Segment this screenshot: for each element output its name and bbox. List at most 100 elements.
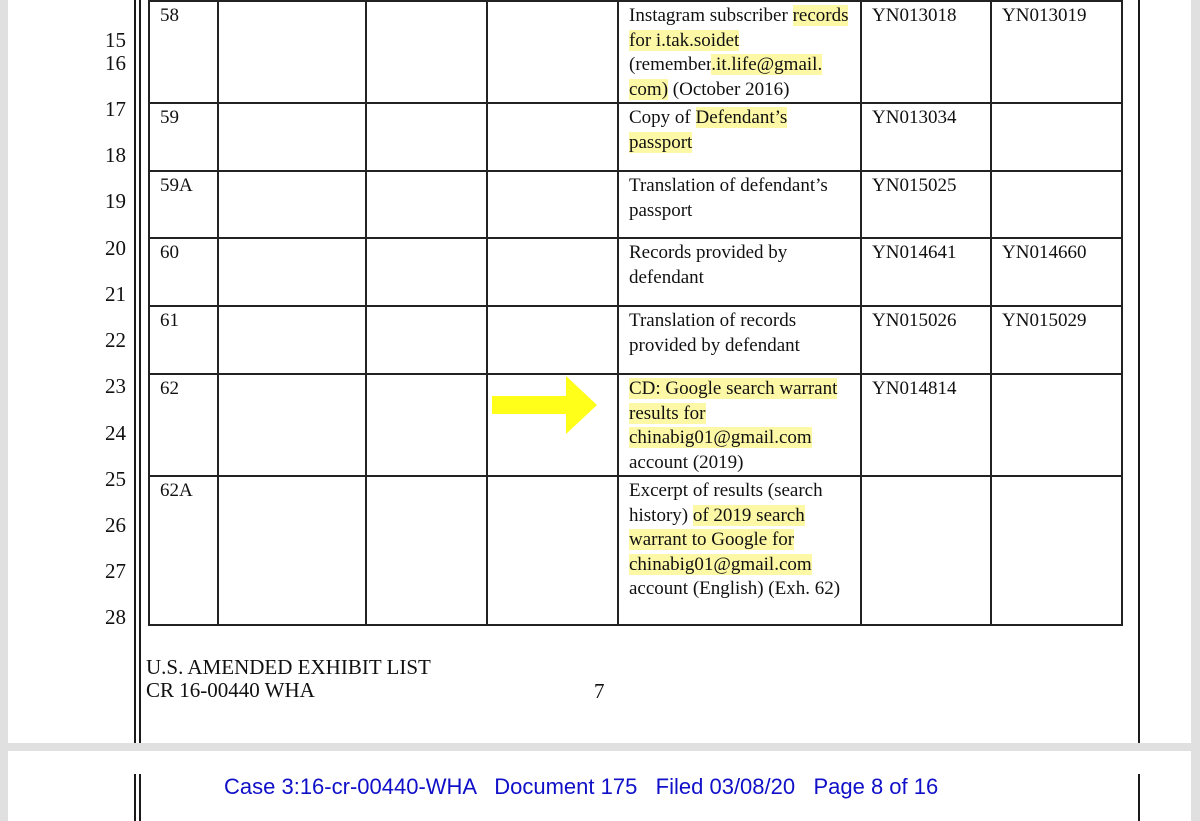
description-cell: Copy of Defendant’s passport bbox=[617, 102, 862, 172]
date-marked-cell bbox=[217, 305, 367, 375]
exhibit-number-cell: 59A bbox=[148, 170, 219, 239]
table-row: 62 CD: Google search warrant results for … bbox=[148, 373, 1123, 477]
bates-begin-cell: YN013034 bbox=[860, 102, 992, 172]
description-text: Translation of defendant’s passport bbox=[629, 175, 828, 221]
description-text: account (2019) bbox=[629, 451, 744, 473]
next-page-double-rule-right bbox=[139, 774, 141, 821]
pleading-double-rule-left bbox=[134, 0, 136, 743]
description-text: (remember bbox=[629, 54, 712, 75]
exhibit-number-cell: 59 bbox=[148, 102, 219, 172]
bates-begin-cell: YN014814 bbox=[860, 373, 992, 477]
date-admitted-cell bbox=[365, 170, 488, 239]
date-marked-cell bbox=[217, 237, 367, 307]
viewer-left-gutter bbox=[0, 0, 8, 821]
pleading-right-rule bbox=[1138, 0, 1140, 743]
witness-cell bbox=[486, 475, 619, 626]
date-admitted-cell bbox=[365, 475, 488, 626]
witness-cell bbox=[486, 237, 619, 307]
line-number: 27 bbox=[105, 559, 126, 583]
bates-end-cell bbox=[990, 170, 1123, 239]
table-row: 58 Instagram subscriber records for i.tak… bbox=[148, 0, 1123, 104]
line-number: 21 bbox=[105, 282, 126, 306]
exhibit-number-cell: 62A bbox=[148, 475, 219, 626]
date-admitted-cell bbox=[365, 0, 488, 104]
description-text: Records provided by defendant bbox=[629, 242, 788, 288]
description-cell: Excerpt of results (search history) of 2… bbox=[617, 475, 862, 626]
line-number: 16 bbox=[105, 51, 126, 75]
bates-begin-cell: YN015025 bbox=[860, 170, 992, 239]
line-number: 22 bbox=[105, 328, 126, 352]
bates-begin-cell: YN013018 bbox=[860, 0, 992, 104]
case-number: Case 3:16-cr-00440-WHA bbox=[224, 774, 476, 799]
date-admitted-cell bbox=[365, 373, 488, 477]
witness-cell bbox=[486, 0, 619, 104]
line-number: 20 bbox=[105, 236, 126, 260]
pleading-double-rule-right bbox=[139, 0, 141, 743]
exhibit-number-cell: 62 bbox=[148, 373, 219, 477]
bates-begin-cell bbox=[860, 475, 992, 626]
table-row: 61 Translation of records provided by def… bbox=[148, 305, 1123, 375]
footer-page-number: 7 bbox=[594, 679, 605, 703]
filed-date: Filed 03/08/20 bbox=[655, 774, 796, 799]
highlighted-text: CD: Google search warrant results for ch… bbox=[629, 378, 838, 448]
exhibit-number-cell: 60 bbox=[148, 237, 219, 307]
date-admitted-cell bbox=[365, 102, 488, 172]
exhibit-number-cell: 61 bbox=[148, 305, 219, 375]
line-number: 24 bbox=[105, 421, 126, 445]
table-row: 59A Translation of defendant’s passport YN… bbox=[148, 170, 1123, 239]
line-number: 19 bbox=[105, 189, 126, 213]
document-number: Document 175 bbox=[494, 774, 638, 799]
date-marked-cell bbox=[217, 475, 367, 626]
next-page-right-rule bbox=[1138, 774, 1140, 821]
description-text: Instagram subscriber bbox=[629, 5, 793, 26]
witness-cell bbox=[486, 102, 619, 172]
footer-case-number: CR 16-00440 WHA bbox=[146, 678, 315, 702]
next-page-double-rule-left bbox=[134, 774, 136, 821]
exhibit-table: 58 Instagram subscriber records for i.tak… bbox=[148, 0, 1123, 626]
line-number: 25 bbox=[105, 467, 126, 491]
bates-end-cell: YN015029 bbox=[990, 305, 1123, 375]
date-admitted-cell bbox=[365, 237, 488, 307]
bates-end-cell: YN013019 bbox=[990, 0, 1123, 104]
description-cell: Instagram subscriber records for i.tak.s… bbox=[617, 0, 862, 104]
date-marked-cell bbox=[217, 373, 367, 477]
description-cell: Records provided by defendant bbox=[617, 237, 862, 307]
description-cell: Translation of defendant’s passport bbox=[617, 170, 862, 239]
line-number: 18 bbox=[105, 143, 126, 167]
description-text: Translation of records provided by defen… bbox=[629, 310, 800, 356]
document-footer-title: U.S. AMENDED EXHIBIT LIST CR 16-00440 WH… bbox=[146, 656, 431, 702]
date-marked-cell bbox=[217, 102, 367, 172]
line-number: 26 bbox=[105, 513, 126, 537]
description-cell: Translation of records provided by defen… bbox=[617, 305, 862, 375]
viewer-right-gutter bbox=[1191, 0, 1200, 821]
bates-end-cell bbox=[990, 102, 1123, 172]
line-number: 17 bbox=[105, 97, 126, 121]
date-admitted-cell bbox=[365, 305, 488, 375]
line-number: 28 bbox=[105, 605, 126, 629]
ecf-header-stamp: Case 3:16-cr-00440-WHA Document 175 File… bbox=[224, 774, 938, 800]
witness-cell bbox=[486, 170, 619, 239]
description-cell: CD: Google search warrant results for ch… bbox=[617, 373, 862, 477]
yellow-arrow-annotation bbox=[492, 376, 597, 434]
line-number: 23 bbox=[105, 374, 126, 398]
date-marked-cell bbox=[217, 0, 367, 104]
bates-end-cell: YN014660 bbox=[990, 237, 1123, 307]
line-number: 15 bbox=[105, 28, 126, 52]
description-text: (October 2016) bbox=[668, 78, 790, 100]
arrow-right-icon bbox=[492, 376, 597, 434]
page-indicator: Page 8 of 16 bbox=[813, 774, 939, 799]
bates-begin-cell: YN014641 bbox=[860, 237, 992, 307]
table-row: 60 Records provided by defendant YN014641 Y… bbox=[148, 237, 1123, 307]
bates-begin-cell: YN015026 bbox=[860, 305, 992, 375]
page-separator bbox=[0, 743, 1200, 751]
bates-end-cell bbox=[990, 475, 1123, 626]
footer-title-line: U.S. AMENDED EXHIBIT LIST bbox=[146, 655, 431, 679]
description-text: account (English) (Exh. 62) bbox=[629, 578, 841, 599]
description-text: Copy of bbox=[629, 107, 696, 128]
date-marked-cell bbox=[217, 170, 367, 239]
exhibit-number-cell: 58 bbox=[148, 0, 219, 104]
table-row: 59 Copy of Defendant’s passport YN013034 bbox=[148, 102, 1123, 172]
table-row: 62A Excerpt of results (search history) o… bbox=[148, 475, 1123, 626]
witness-cell bbox=[486, 305, 619, 375]
bates-end-cell bbox=[990, 373, 1123, 477]
